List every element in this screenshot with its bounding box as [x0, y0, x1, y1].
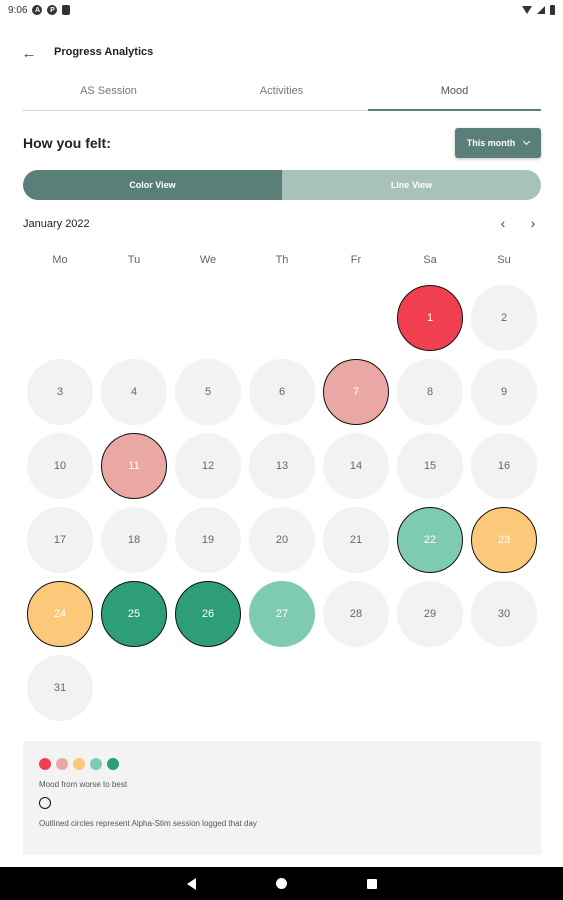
- back-triangle-icon[interactable]: [186, 877, 196, 890]
- calendar-day[interactable]: 29: [397, 581, 463, 647]
- calendar-day[interactable]: 10: [27, 433, 93, 499]
- signal-icon: [537, 6, 545, 14]
- calendar-day[interactable]: 18: [101, 507, 167, 573]
- prev-month-button[interactable]: ‹: [495, 214, 511, 232]
- mood-prompt: How you felt:: [23, 135, 111, 151]
- calendar-day[interactable]: 31: [27, 655, 93, 721]
- weekday-label: Sa: [423, 254, 437, 266]
- a-icon: A: [32, 5, 43, 15]
- mood-dot-3: [73, 758, 85, 770]
- calendar-day[interactable]: 14: [323, 433, 389, 499]
- calendar-day[interactable]: 11: [101, 433, 167, 499]
- calendar-day[interactable]: 4: [101, 359, 167, 425]
- calendar-day[interactable]: 5: [175, 359, 241, 425]
- calendar-day[interactable]: 30: [471, 581, 537, 647]
- weekday-label: Su: [497, 254, 511, 266]
- page-title: Progress Analytics: [54, 46, 154, 58]
- arrow-left-icon: ←: [21, 44, 37, 62]
- chevron-right-icon: ›: [530, 215, 536, 231]
- tab-as-session[interactable]: AS Session: [22, 76, 195, 110]
- app-header: ← Progress Analytics: [0, 38, 563, 68]
- mood-scale-text: Mood from worse to best: [39, 780, 128, 789]
- p-icon: P: [47, 5, 58, 15]
- calendar-day[interactable]: 19: [175, 507, 241, 573]
- calendar-day[interactable]: 8: [397, 359, 463, 425]
- calendar-day[interactable]: 16: [471, 433, 537, 499]
- calendar-day[interactable]: 2: [471, 285, 537, 351]
- calendar-day[interactable]: 27: [249, 581, 315, 647]
- calendar-day[interactable]: 24: [27, 581, 93, 647]
- mood-scale-dots: [39, 758, 119, 770]
- color-view-button[interactable]: Color View: [23, 170, 282, 200]
- status-bar: 9:06 A P: [0, 0, 563, 20]
- calendar-day[interactable]: 25: [101, 581, 167, 647]
- view-toggle: Color View Line View: [23, 170, 541, 200]
- calendar-day[interactable]: 26: [175, 581, 241, 647]
- calendar-day[interactable]: 21: [323, 507, 389, 573]
- status-left: 9:06 A P: [8, 4, 71, 16]
- calendar-day[interactable]: 23: [471, 507, 537, 573]
- system-nav-bar: [0, 867, 563, 900]
- mood-dot-4: [90, 758, 102, 770]
- weekday-label: Th: [275, 254, 289, 266]
- recents-square-icon[interactable]: [366, 878, 377, 889]
- tab-mood[interactable]: Mood: [368, 76, 541, 111]
- chevron-down-icon: [523, 137, 531, 146]
- calendar-day[interactable]: 15: [397, 433, 463, 499]
- calendar-day[interactable]: 1: [397, 285, 463, 351]
- mood-legend: Mood from worse to best Outlined circles…: [23, 741, 541, 855]
- calendar-day[interactable]: 22: [397, 507, 463, 573]
- status-time: 9:06: [8, 4, 28, 16]
- weekday-header: Mo Tu We Th Fr Sa Su: [23, 254, 541, 266]
- tab-bar: AS Session Activities Mood: [22, 76, 541, 111]
- calendar-day[interactable]: 13: [249, 433, 315, 499]
- status-right: [522, 5, 555, 15]
- line-view-button[interactable]: Line View: [282, 170, 541, 200]
- mood-dot-2: [56, 758, 68, 770]
- calendar-day[interactable]: 6: [249, 359, 315, 425]
- calendar-day[interactable]: 28: [323, 581, 389, 647]
- month-label: January 2022: [23, 218, 90, 230]
- period-dropdown-value: This month: [466, 138, 516, 148]
- weekday-label: We: [199, 254, 217, 266]
- period-dropdown[interactable]: This month: [455, 128, 541, 158]
- mood-dot-1: [39, 758, 51, 770]
- calendar-day[interactable]: 7: [323, 359, 389, 425]
- sim-icon: [62, 5, 71, 15]
- weekday-label: Mo: [52, 254, 68, 266]
- chevron-left-icon: ‹: [500, 215, 506, 231]
- weekday-label: Tu: [127, 254, 141, 266]
- outlined-circle-icon: [39, 797, 51, 809]
- weekday-label: Fr: [350, 254, 362, 266]
- wifi-icon: [522, 6, 532, 14]
- tab-activities[interactable]: Activities: [195, 76, 368, 110]
- battery-icon: [550, 5, 555, 15]
- calendar-day[interactable]: 9: [471, 359, 537, 425]
- mood-dot-5: [107, 758, 119, 770]
- outline-explanation-text: Outlined circles represent Alpha-Stim se…: [39, 819, 257, 828]
- calendar-day[interactable]: 20: [249, 507, 315, 573]
- calendar-day[interactable]: 12: [175, 433, 241, 499]
- home-circle-icon[interactable]: [275, 878, 287, 889]
- next-month-button[interactable]: ›: [525, 214, 541, 232]
- back-button[interactable]: ←: [20, 44, 38, 62]
- calendar-day[interactable]: 3: [27, 359, 93, 425]
- calendar-day[interactable]: 17: [27, 507, 93, 573]
